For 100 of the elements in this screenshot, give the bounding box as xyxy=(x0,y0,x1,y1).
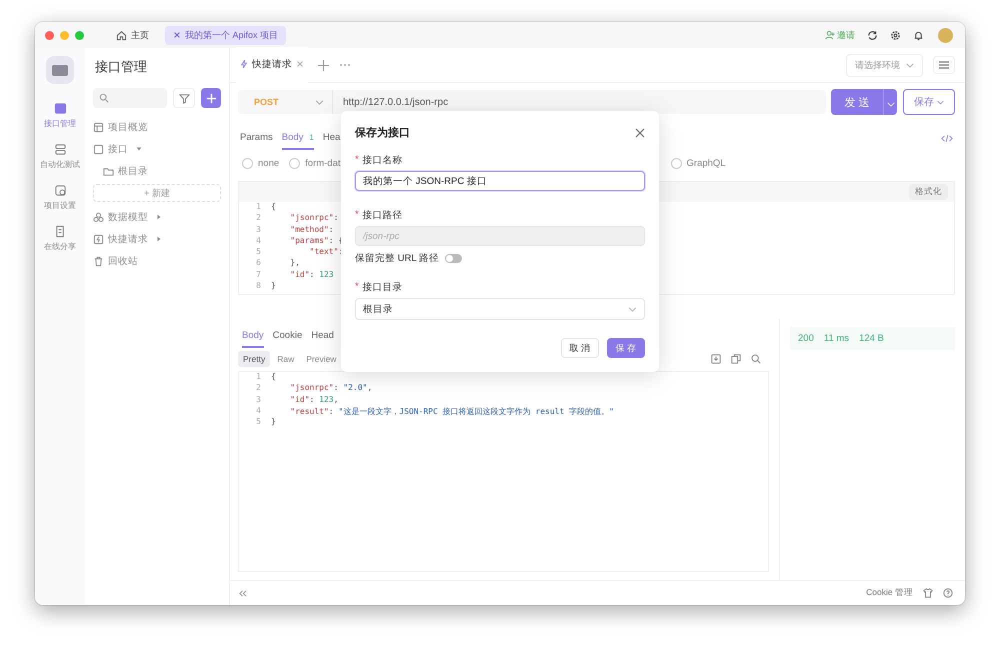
chevron-down-icon xyxy=(628,306,637,312)
collapse-icon[interactable] xyxy=(238,590,247,596)
bell-icon[interactable] xyxy=(913,30,924,40)
text-field[interactable]: 我的第一个 JSON-RPC 接口 xyxy=(355,171,645,191)
view-tab[interactable]: Preview xyxy=(301,351,342,367)
response-size: 124 B xyxy=(859,333,884,344)
response-tab[interactable]: Cookie xyxy=(272,324,302,348)
invite-button[interactable]: 邀请 xyxy=(825,28,855,42)
user-avatar[interactable] xyxy=(938,28,953,42)
environment-select[interactable]: 请选择环境 xyxy=(846,54,923,76)
url-field[interactable]: http://127.0.0.1/json-rpc xyxy=(333,90,448,114)
code-icon[interactable] xyxy=(941,134,953,142)
maximize-window-button[interactable] xyxy=(75,30,84,40)
lightning-icon xyxy=(240,59,248,69)
send-menu-button[interactable] xyxy=(883,89,897,115)
dialog-title: 保存为接口 xyxy=(355,126,410,140)
home-icon xyxy=(116,30,127,40)
close-window-button[interactable] xyxy=(45,30,54,40)
filter-button[interactable] xyxy=(173,88,195,108)
line-number: 5 xyxy=(255,247,262,258)
nav-item[interactable]: 在线分享 xyxy=(44,225,76,252)
add-button[interactable] xyxy=(201,88,221,108)
chevron-down-icon xyxy=(906,62,914,68)
download-icon[interactable] xyxy=(711,354,721,364)
stack-icon xyxy=(54,143,66,156)
plus-icon xyxy=(206,92,216,104)
request-tab[interactable]: 快捷请求 xyxy=(236,47,308,83)
help-icon[interactable] xyxy=(943,588,953,598)
line-number: 1 xyxy=(255,372,262,383)
line-number: 8 xyxy=(255,281,262,292)
status-code: 200 xyxy=(798,333,814,344)
sync-icon[interactable] xyxy=(867,30,878,40)
field-label: 接口目录 xyxy=(362,281,403,294)
close-icon[interactable] xyxy=(173,31,181,39)
menu-button[interactable] xyxy=(933,56,955,74)
document-icon xyxy=(54,225,66,238)
shirt-icon[interactable] xyxy=(923,588,933,598)
tree-item[interactable]: 根目录 xyxy=(93,160,221,182)
response-tab[interactable]: Head xyxy=(311,324,334,348)
format-button[interactable]: 格式化 xyxy=(909,184,948,200)
line-number: 4 xyxy=(255,406,262,417)
caret-icon[interactable] xyxy=(156,236,162,242)
cancel-button[interactable]: 取 消 xyxy=(561,338,599,358)
code-line: "id": 123, xyxy=(289,394,338,406)
lightning-box-icon xyxy=(93,234,104,244)
nav-item[interactable]: 项目设置 xyxy=(44,184,76,211)
cookie-manager-link[interactable]: Cookie 管理 xyxy=(866,587,913,599)
folder-icon xyxy=(103,166,114,176)
toggle-switch[interactable] xyxy=(444,254,462,263)
copy-icon[interactable] xyxy=(731,354,741,364)
folder-select[interactable]: 根目录 xyxy=(355,298,645,320)
menu-icon xyxy=(939,61,949,69)
layout-icon xyxy=(93,122,104,132)
param-tab[interactable]: Hea xyxy=(322,126,340,150)
search-icon[interactable] xyxy=(751,354,761,364)
line-number: 5 xyxy=(255,417,262,428)
save-button[interactable]: 保存 xyxy=(903,89,955,115)
tree-item[interactable]: 回收站 xyxy=(93,250,221,272)
window-tab[interactable]: 主页 xyxy=(108,26,157,44)
nav-item[interactable]: 自动化测试 xyxy=(40,143,80,170)
response-tab[interactable]: Body xyxy=(242,324,264,348)
code-line: "method": xyxy=(289,224,334,236)
code-line: { xyxy=(271,372,276,383)
line-number: 6 xyxy=(255,258,262,270)
nav-item[interactable]: 接口管理 xyxy=(44,102,76,129)
field-label: 保留完整 URL 路径 xyxy=(355,252,439,265)
more-icon[interactable] xyxy=(339,63,351,67)
tree-item[interactable]: 接口 xyxy=(93,138,221,160)
tree-item[interactable]: 数据模型 xyxy=(93,206,221,228)
param-tab[interactable]: Body 1 xyxy=(282,126,314,150)
filter-icon xyxy=(178,92,190,104)
body-type-radio[interactable]: GraphQL xyxy=(670,158,726,168)
tree-item[interactable]: 快捷请求 xyxy=(93,228,221,250)
chevron-down-icon xyxy=(315,100,324,104)
trash-icon xyxy=(93,256,104,266)
code-line: "result": "这是一段文字，JSON-RPC 接口将返回这段文字作为 result 字段的值。" xyxy=(289,406,614,418)
add-tab-button[interactable] xyxy=(318,60,329,70)
tree-item[interactable]: 项目概览 xyxy=(93,116,221,138)
body-type-radio[interactable]: none xyxy=(242,158,280,168)
body-type-radio[interactable]: form-dat xyxy=(289,158,341,168)
search-field[interactable] xyxy=(93,88,167,108)
view-tab[interactable]: Raw xyxy=(272,351,300,367)
chevron-down-icon xyxy=(936,100,944,105)
required-mark: * xyxy=(355,209,359,222)
caret-icon[interactable] xyxy=(136,146,142,152)
send-button[interactable]: 发 送 xyxy=(831,89,883,115)
close-icon[interactable] xyxy=(635,128,645,138)
param-tab[interactable]: Params xyxy=(240,126,273,150)
chevron-down-icon xyxy=(886,102,894,106)
square-icon xyxy=(93,144,104,154)
method-select[interactable]: POST xyxy=(238,90,333,114)
save-button[interactable]: 保 存 xyxy=(607,338,645,358)
settings-icon[interactable] xyxy=(890,30,901,40)
cubes-icon xyxy=(93,212,104,222)
view-tab[interactable]: Pretty xyxy=(238,351,270,367)
caret-icon[interactable] xyxy=(156,214,162,220)
window-tab[interactable]: 我的第一个 Apifox 项目 xyxy=(165,26,286,44)
close-icon[interactable] xyxy=(296,60,304,68)
new-button[interactable]: + 新建 xyxy=(93,184,221,202)
line-number: 2 xyxy=(255,383,262,394)
